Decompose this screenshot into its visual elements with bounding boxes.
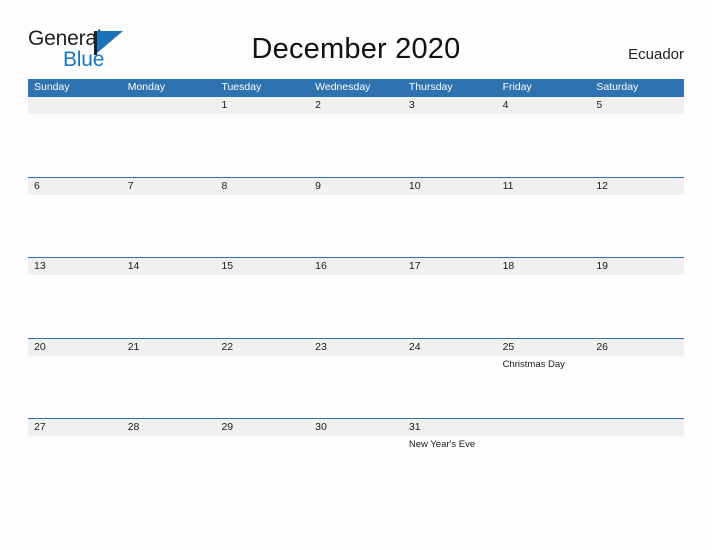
weekday-header-friday: Friday (502, 81, 532, 93)
day-number: 5 (596, 99, 603, 111)
day-cell[interactable]: 21 (122, 339, 216, 419)
calendar-week-row: 27 28 29 30 31 New Year's Eve (28, 418, 684, 499)
day-cell[interactable]: 12 (590, 178, 684, 258)
day-number: 18 (502, 260, 515, 272)
day-cell[interactable]: 13 (28, 258, 122, 338)
day-number: 9 (315, 179, 321, 192)
page-header: General Blue December 2020 Ecuador (0, 0, 712, 78)
day-number: 30 (315, 421, 327, 433)
calendar-week-row: 13 14 15 16 17 18 19 (28, 257, 684, 338)
calendar-week-row: 20 21 22 23 24 25 Christmas Day 26 (28, 337, 684, 419)
day-number: 20 (34, 340, 46, 353)
day-number: 26 (596, 340, 608, 353)
day-cell[interactable]: 7 (122, 178, 216, 258)
day-number: 4 (502, 99, 509, 111)
day-cell[interactable] (497, 419, 591, 499)
day-cell[interactable]: 8 (215, 178, 309, 258)
weekday-header-thursday: Thursday (408, 81, 453, 93)
day-number: 23 (315, 340, 327, 353)
calendar-week-row: 6 7 8 9 10 11 12 (28, 176, 684, 258)
day-cell[interactable]: 1 (215, 97, 309, 177)
day-number: 24 (408, 340, 421, 353)
day-number: 1 (221, 99, 228, 111)
day-number: 29 (221, 421, 234, 433)
day-number: 2 (315, 99, 321, 111)
day-cell[interactable]: 27 (28, 419, 122, 499)
day-cell[interactable]: 15 (215, 258, 309, 338)
day-cell[interactable]: 30 (309, 419, 403, 499)
day-number: 11 (502, 179, 514, 192)
day-cell[interactable]: 4 (497, 97, 591, 177)
day-number: 27 (34, 421, 46, 433)
day-event-new-years-eve: New Year's Eve (408, 439, 476, 450)
day-cell[interactable]: 11 (497, 178, 591, 258)
day-cell[interactable]: 2 (309, 97, 403, 177)
day-cell[interactable]: 6 (28, 178, 122, 258)
day-cell[interactable]: 19 (590, 258, 684, 338)
day-cell[interactable] (28, 97, 122, 177)
day-number: 7 (127, 179, 134, 192)
day-cell[interactable]: 9 (309, 178, 403, 258)
day-cell[interactable]: 14 (122, 258, 216, 338)
day-number: 17 (408, 260, 421, 272)
calendar-week-row: 1 2 3 4 5 (28, 96, 684, 177)
day-number: 16 (315, 260, 327, 272)
day-number: 6 (34, 179, 40, 192)
day-cell-new-years-eve[interactable]: 31 New Year's Eve (403, 419, 497, 499)
day-number: 15 (221, 260, 234, 272)
weekday-header-saturday: Saturday (596, 81, 639, 93)
day-cell-christmas[interactable]: 25 Christmas Day (497, 339, 591, 419)
day-cell[interactable] (122, 97, 216, 177)
day-number: 12 (596, 179, 608, 192)
day-cell[interactable]: 22 (215, 339, 309, 419)
day-cell[interactable]: 10 (403, 178, 497, 258)
day-cell[interactable]: 24 (403, 339, 497, 419)
calendar-grid: Sunday Monday Tuesday Wednesday Thursday… (28, 79, 684, 499)
day-number: 25 (502, 340, 515, 353)
weekday-header-wednesday: Wednesday (315, 81, 371, 93)
day-cell[interactable]: 17 (403, 258, 497, 338)
day-number: 19 (596, 260, 608, 272)
day-cell[interactable]: 29 (215, 419, 309, 499)
country-label: Ecuador (628, 46, 684, 63)
day-number: 31 (408, 421, 421, 433)
weekday-header-tuesday: Tuesday (221, 81, 262, 93)
day-cell[interactable]: 18 (497, 258, 591, 338)
day-event-christmas: Christmas Day (502, 358, 565, 370)
weekday-header-monday: Monday (127, 81, 166, 93)
day-number: 28 (127, 421, 140, 433)
day-number: 21 (127, 340, 140, 353)
weekday-header-row: Sunday Monday Tuesday Wednesday Thursday… (28, 79, 684, 96)
day-cell[interactable]: 26 (590, 339, 684, 419)
day-number: 3 (408, 99, 415, 111)
day-number: 13 (34, 260, 46, 272)
day-cell[interactable]: 20 (28, 339, 122, 419)
day-cell[interactable]: 16 (309, 258, 403, 338)
day-cell[interactable] (590, 419, 684, 499)
day-number: 14 (127, 260, 140, 272)
page-title: December 2020 (251, 33, 461, 65)
day-cell[interactable]: 5 (590, 97, 684, 177)
day-cell[interactable]: 28 (122, 419, 216, 499)
weekday-header-sunday: Sunday (34, 81, 70, 93)
day-cell[interactable]: 3 (403, 97, 497, 177)
day-number: 10 (408, 179, 421, 192)
day-number: 22 (221, 340, 234, 353)
day-number: 8 (221, 179, 228, 192)
day-cell[interactable]: 23 (309, 339, 403, 419)
